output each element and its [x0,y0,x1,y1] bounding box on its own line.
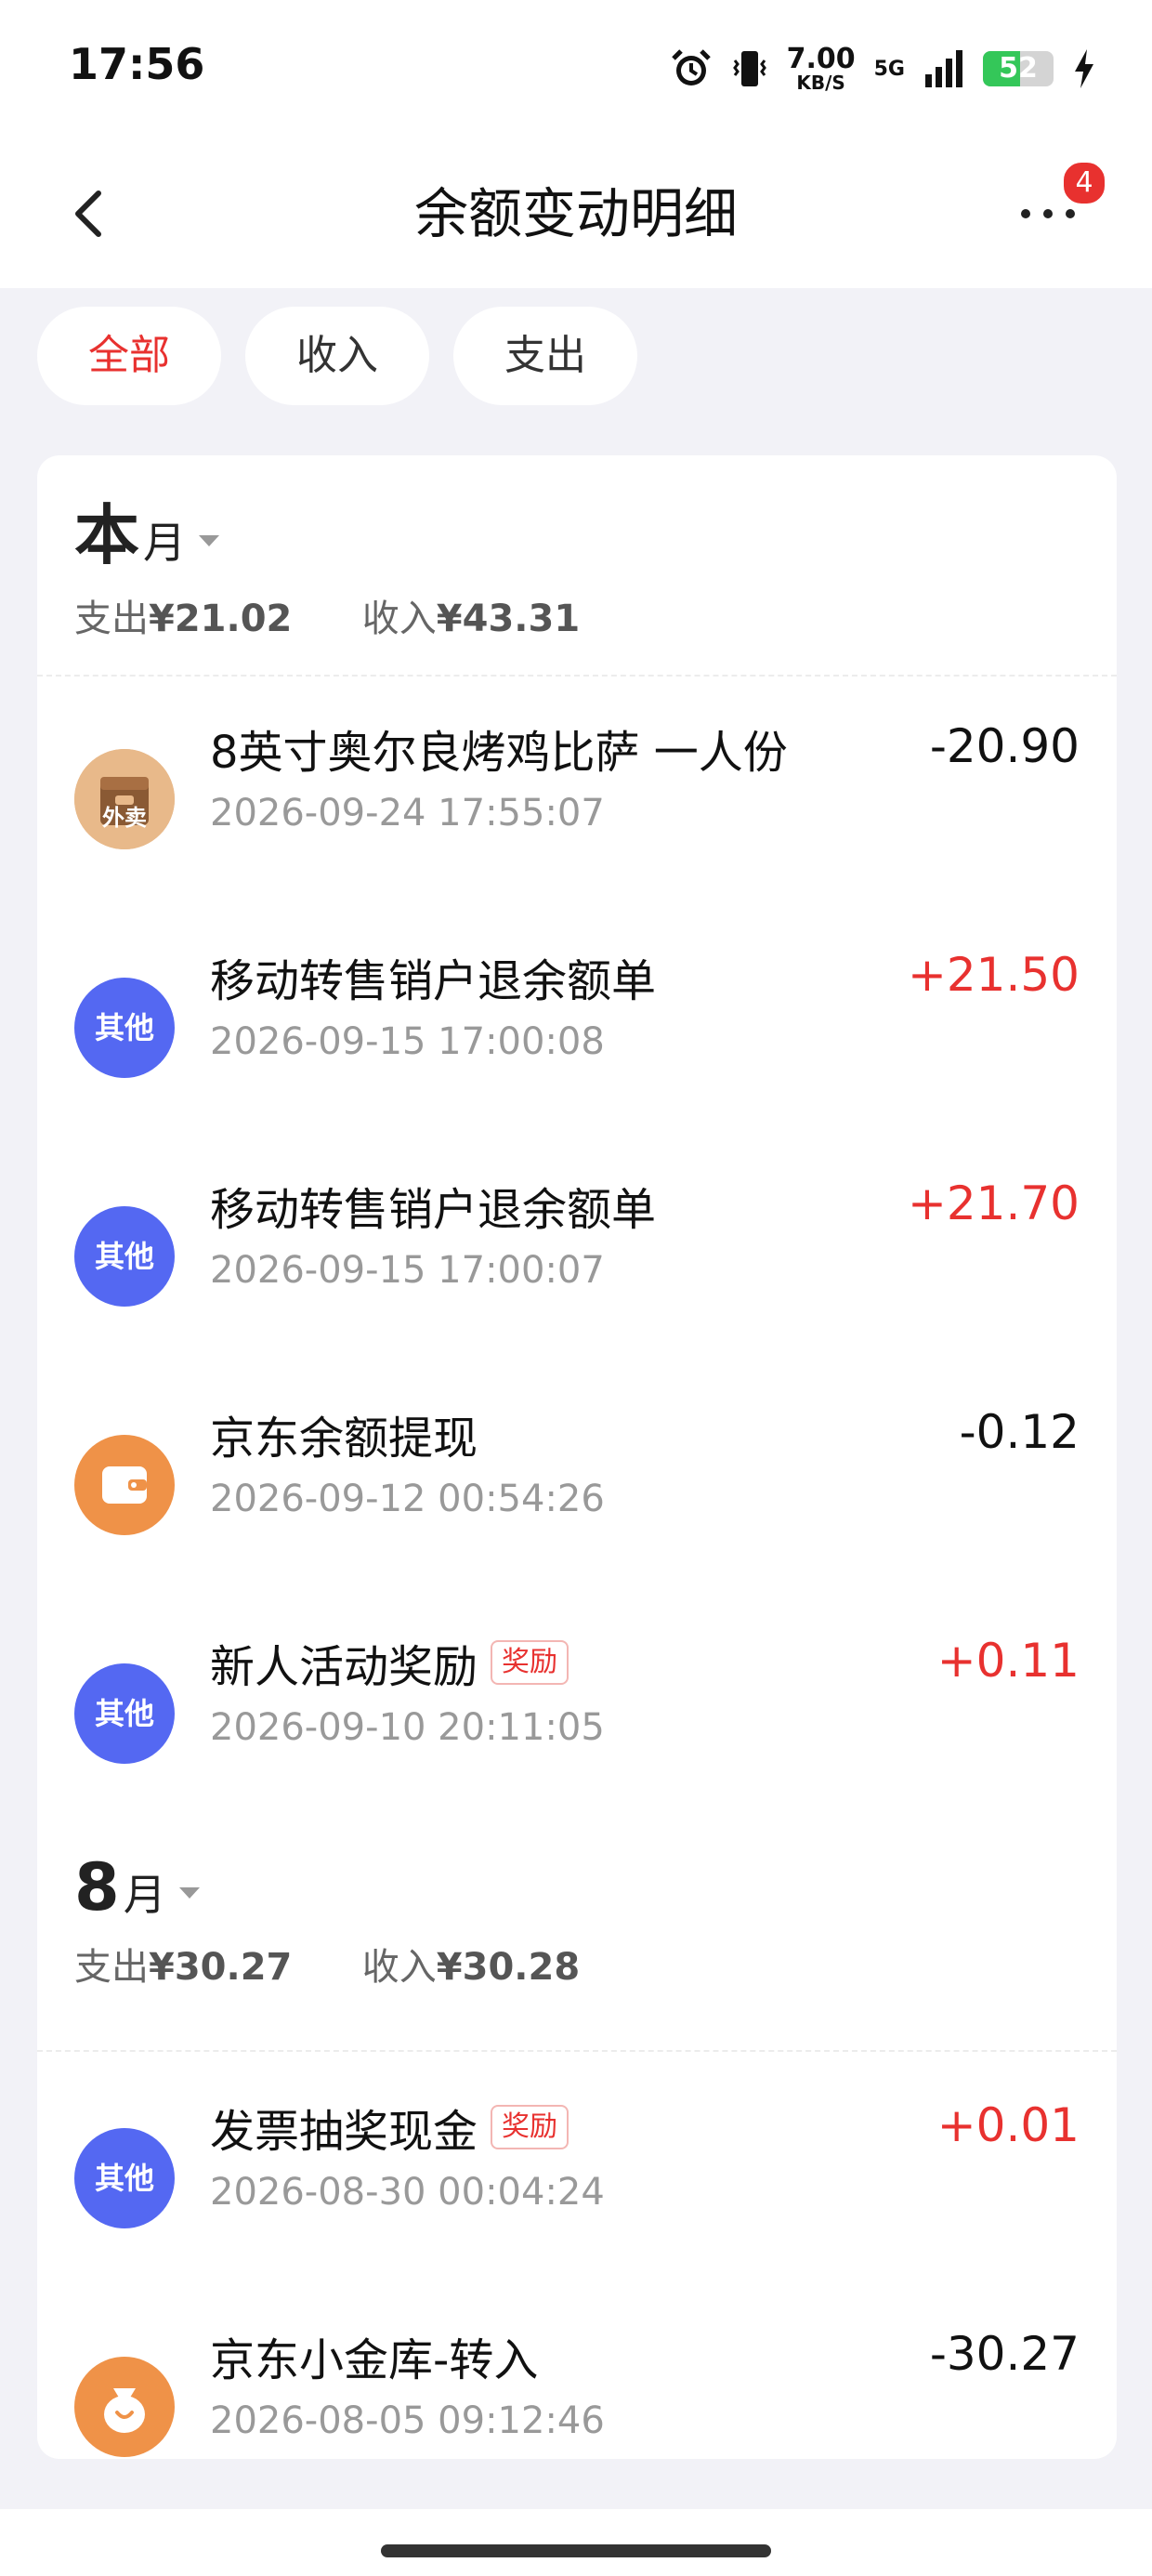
speed-unit: KB/S [796,72,845,94]
month-unit: 月 [123,1870,166,1920]
transaction-title: 新人活动奖励 奖励 [210,1630,569,1695]
transaction-amount: +21.70 [907,1176,1080,1230]
transaction-title: 移动转售销户退余额单 [210,1173,656,1238]
filter-tabs: 全部 收入 支出 [37,307,637,405]
nav-bar: 余额变动明细 4 [0,139,1152,288]
caret-down-icon [178,1887,200,1899]
page-title: 余额变动明细 [413,182,738,245]
other-icon: 其他 [74,2128,175,2228]
network-type: 5G [873,57,905,81]
money-bag-icon [74,2357,175,2457]
status-time: 17:56 [69,39,205,89]
transaction-title-text: 移动转售销户退余额单 [210,1184,657,1236]
transaction-time: 2026-09-15 17:00:08 [210,1020,605,1063]
month-selector[interactable]: 本 月 [74,483,580,577]
notification-badge: 4 [1061,160,1107,206]
month-selector[interactable]: 8 月 [74,1849,580,1925]
transaction-time: 2026-09-12 00:54:26 [210,1478,605,1520]
tab-all[interactable]: 全部 [37,307,221,405]
transaction-title: 8英寸奥尔良烤鸡比萨 一人份 [210,716,788,781]
transaction-amount: -30.27 [929,2327,1080,2381]
transaction-title-text: 新人活动奖励 [210,1641,478,1693]
divider [37,2050,1117,2054]
home-indicator[interactable] [381,2544,771,2557]
reward-tag: 奖励 [491,1640,569,1685]
other-icon: 其他 [74,1663,175,1764]
status-bar: 17:56 7.00 KB/S 5G 52 [0,0,1152,139]
network-speed: 7.00 KB/S [786,43,856,94]
wallet-graphic [102,1466,147,1504]
tab-income[interactable]: 收入 [245,307,429,405]
transaction-time: 2026-09-10 20:11:05 [210,1706,605,1749]
month-unit: 月 [143,518,186,568]
expense-label: 支出 [74,1946,149,1989]
month-title: 本 [74,497,139,573]
transaction-row[interactable]: 其他 移动转售销户退余额单 2026-09-15 17:00:08 +21.50 [37,907,1117,1136]
other-icon: 其他 [74,1206,175,1307]
month-header-august: 8 月 支出¥30.27 收入¥30.28 [74,1849,580,1991]
transaction-amount: -0.12 [959,1405,1080,1459]
expense-total: ¥21.02 [149,598,293,640]
transaction-time: 2026-09-24 17:55:07 [210,792,605,835]
money-bag-graphic [104,2388,145,2433]
transaction-row[interactable]: 外卖 8英寸奥尔良烤鸡比萨 一人份 2026-09-24 17:55:07 -2… [37,678,1117,907]
transaction-time: 2026-08-05 09:12:46 [210,2399,605,2442]
caret-down-icon [199,535,219,546]
month-summary: 支出¥30.27 收入¥30.28 [74,1937,580,1991]
speed-value: 7.00 [786,43,856,75]
bottom-band [0,2509,1152,2576]
reward-tag: 奖励 [491,2105,569,2149]
transaction-row[interactable]: 其他 发票抽奖现金 奖励 2026-08-30 00:04:24 +0.01 [37,2057,1117,2286]
transaction-time: 2026-09-15 17:00:07 [210,1249,605,1292]
battery-indicator: 52 [983,51,1054,86]
month-title: 8 [74,1849,120,1925]
transaction-title-text: 京东小金库-转入 [210,2334,539,2386]
other-icon: 其他 [74,978,175,1078]
takeout-bag-graphic: 外卖 [74,749,175,849]
transaction-title: 京东小金库-转入 [210,2323,538,2388]
transaction-title: 移动转售销户退余额单 [210,944,656,1009]
income-label: 收入 [361,598,437,640]
income-total: ¥30.28 [436,1946,581,1989]
expense-label: 支出 [74,598,149,640]
month-header-current: 本 月 支出¥21.02 收入¥43.31 [74,483,580,642]
income-label: 收入 [361,1946,437,1989]
transaction-row[interactable]: 京东小金库-转入 2026-08-05 09:12:46 -30.27 [37,2286,1117,2459]
transaction-amount: +0.01 [936,2098,1080,2152]
charging-icon [1075,49,1093,88]
alarm-icon [671,49,711,85]
month-summary: 支出¥21.02 收入¥43.31 [74,588,580,642]
tab-expense[interactable]: 支出 [453,307,637,405]
transaction-row[interactable]: 京东余额提现 2026-09-12 00:54:26 -0.12 [37,1364,1117,1593]
transaction-time: 2026-08-30 00:04:24 [210,2171,605,2214]
transaction-title: 京东余额提现 [210,1401,478,1466]
avatar-label: 外卖 [102,805,147,831]
transaction-title-text: 京东余额提现 [210,1413,478,1465]
transaction-title-text: 8英寸奥尔良烤鸡比萨 一人份 [210,727,788,779]
transaction-title: 发票抽奖现金 奖励 [210,2095,569,2160]
status-icons: 7.00 KB/S 5G 52 [670,41,1096,97]
takeout-bag-icon: 外卖 [74,749,175,849]
expense-total: ¥30.27 [149,1946,293,1989]
vibrate-icon [732,51,766,86]
wallet-icon [74,1435,175,1535]
signal-icon [925,50,962,87]
transaction-row[interactable]: 其他 新人活动奖励 奖励 2026-09-10 20:11:05 +0.11 [37,1593,1117,1821]
transaction-row[interactable]: 其他 移动转售销户退余额单 2026-09-15 17:00:07 +21.70 [37,1136,1117,1364]
transaction-amount: +0.11 [936,1634,1080,1688]
transaction-amount: +21.50 [907,948,1080,1002]
transaction-title-text: 发票抽奖现金 [210,2106,478,2158]
income-total: ¥43.31 [436,598,581,640]
transaction-title-text: 移动转售销户退余额单 [210,955,657,1007]
transaction-amount: -20.90 [929,719,1080,773]
transactions-card: 本 月 支出¥21.02 收入¥43.31 外卖 8英寸奥尔良烤鸡比萨 一人份 … [37,455,1117,2459]
battery-percent: 52 [999,52,1038,85]
